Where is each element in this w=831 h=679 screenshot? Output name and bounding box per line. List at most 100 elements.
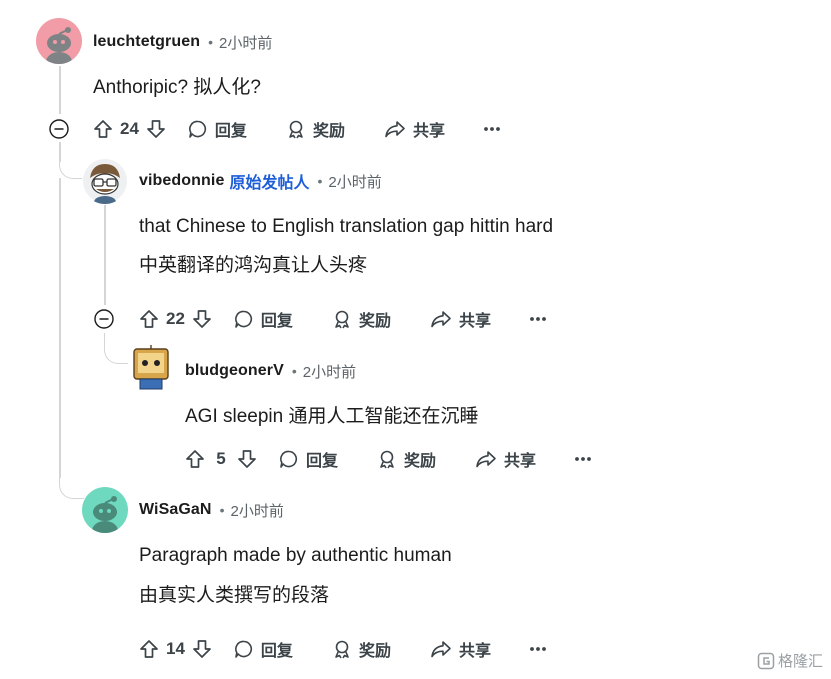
comment-body: AGI sleepin 通用人工智能还在沉睡 [185, 406, 479, 427]
timestamp[interactable]: 2小时前 [219, 32, 272, 53]
thread-line-root [59, 66, 61, 114]
username[interactable]: vibedonnie [139, 172, 224, 190]
reply-button[interactable]: 回复 [187, 117, 247, 141]
op-badge: 原始发帖人 [229, 175, 310, 192]
vote-score: 24 [120, 119, 139, 138]
more-options-button[interactable] [483, 126, 501, 132]
award-button[interactable]: 奖励 [331, 637, 391, 661]
minus-circle-icon [49, 119, 69, 139]
award-label: 奖励 [312, 123, 345, 140]
chat-bubble-icon [188, 120, 207, 138]
action-bar: 22 回复 奖励 共享 [138, 304, 547, 334]
timestamp[interactable]: 2小时前 [303, 361, 356, 382]
avatar[interactable] [82, 487, 128, 533]
share-label: 共享 [458, 313, 491, 330]
upvote-button[interactable] [138, 308, 160, 330]
award-icon [335, 640, 349, 659]
watermark-logo-icon [757, 652, 775, 669]
avatar[interactable] [82, 158, 128, 204]
reply-button[interactable]: 回复 [278, 447, 338, 471]
ellipsis-icon [530, 647, 546, 651]
username[interactable]: WiSaGaN [139, 501, 212, 519]
action-bar: 24 回复 奖励 共享 [92, 114, 501, 144]
avatar[interactable] [128, 345, 174, 391]
award-button[interactable]: 奖励 [285, 117, 345, 141]
comment-meta: vibedonnie 原始发帖人 • 2小时前 [139, 169, 382, 193]
arrow-up-icon [186, 450, 204, 468]
reply-label: 回复 [260, 643, 293, 660]
award-icon [289, 120, 303, 139]
username[interactable]: leuchtetgruen [93, 33, 200, 51]
comment-body-line: that Chinese to English translation gap … [139, 216, 554, 237]
downvote-button[interactable] [236, 448, 258, 470]
reply-button[interactable]: 回复 [233, 637, 293, 661]
action-bar: 14 回复 奖励 共享 [138, 634, 547, 664]
downvote-button[interactable] [191, 308, 213, 330]
action-bar: 5 回复 奖励 共享 [184, 444, 592, 474]
downvote-button[interactable] [145, 118, 167, 140]
share-button[interactable]: 共享 [429, 637, 491, 661]
share-arrow-icon [476, 451, 496, 468]
ellipsis-icon [484, 127, 500, 131]
reply-label: 回复 [260, 313, 293, 330]
chat-bubble-icon [280, 450, 298, 468]
username[interactable]: bludgeonerV [185, 362, 284, 380]
arrow-up-icon [94, 120, 112, 138]
separator-dot: • [317, 173, 323, 189]
vote-score: 14 [166, 639, 185, 658]
award-label: 奖励 [404, 453, 437, 470]
share-arrow-icon [431, 311, 451, 328]
thread-line-vibedonnie [104, 205, 106, 305]
comment-meta: bludgeonerV • 2小时前 [185, 359, 356, 383]
more-options-button[interactable] [529, 646, 547, 652]
avatar[interactable] [36, 18, 82, 64]
comment-meta: WiSaGaN • 2小时前 [139, 498, 284, 522]
thread-branch-vibedonnie [59, 150, 84, 179]
share-button[interactable]: 共享 [383, 117, 445, 141]
arrow-down-icon [193, 640, 211, 658]
chat-bubble-icon [234, 640, 253, 658]
ellipsis-icon [530, 317, 546, 321]
share-button[interactable]: 共享 [429, 307, 491, 331]
separator-dot: • [219, 502, 225, 518]
timestamp[interactable]: 2小时前 [230, 500, 283, 521]
upvote-button[interactable] [92, 118, 114, 140]
thread-branch-wisagan [59, 470, 84, 499]
comment-body-line: 中英翻译的鸿沟真让人头疼 [139, 255, 368, 276]
award-button[interactable]: 奖励 [376, 447, 436, 471]
timestamp[interactable]: 2小时前 [328, 171, 381, 192]
award-label: 奖励 [358, 313, 391, 330]
comment-body: Anthoripic? 拟人化? [93, 77, 261, 98]
more-options-button[interactable] [529, 316, 547, 322]
upvote-button[interactable] [138, 638, 160, 660]
chat-bubble-icon [234, 310, 253, 328]
comment-body-line: Paragraph made by authentic human [139, 545, 452, 566]
arrow-down-icon [147, 120, 165, 138]
upvote-button[interactable] [184, 448, 206, 470]
award-icon [335, 310, 349, 329]
share-arrow-icon [385, 121, 405, 138]
watermark: 格隆汇 [757, 650, 823, 671]
share-label: 共享 [458, 643, 491, 660]
separator-dot: • [208, 34, 213, 50]
arrow-down-icon [238, 450, 256, 468]
collapse-thread-button[interactable] [94, 309, 114, 329]
thread-line-root-long [59, 178, 61, 478]
share-label: 共享 [412, 123, 445, 140]
reply-label: 回复 [214, 123, 247, 140]
reply-label: 回复 [306, 453, 339, 470]
share-button[interactable]: 共享 [474, 447, 536, 471]
arrow-up-icon [140, 640, 158, 658]
reply-button[interactable]: 回复 [233, 307, 293, 331]
share-arrow-icon [431, 641, 451, 658]
award-button[interactable]: 奖励 [331, 307, 391, 331]
downvote-button[interactable] [191, 638, 213, 660]
watermark-text: 格隆汇 [777, 653, 823, 670]
award-icon [380, 450, 394, 469]
more-options-button[interactable] [574, 456, 592, 462]
share-label: 共享 [504, 453, 537, 470]
arrow-up-icon [140, 310, 158, 328]
vote-score: 22 [166, 309, 185, 328]
collapse-thread-button[interactable] [49, 119, 69, 139]
vote-score: 5 [216, 449, 226, 468]
